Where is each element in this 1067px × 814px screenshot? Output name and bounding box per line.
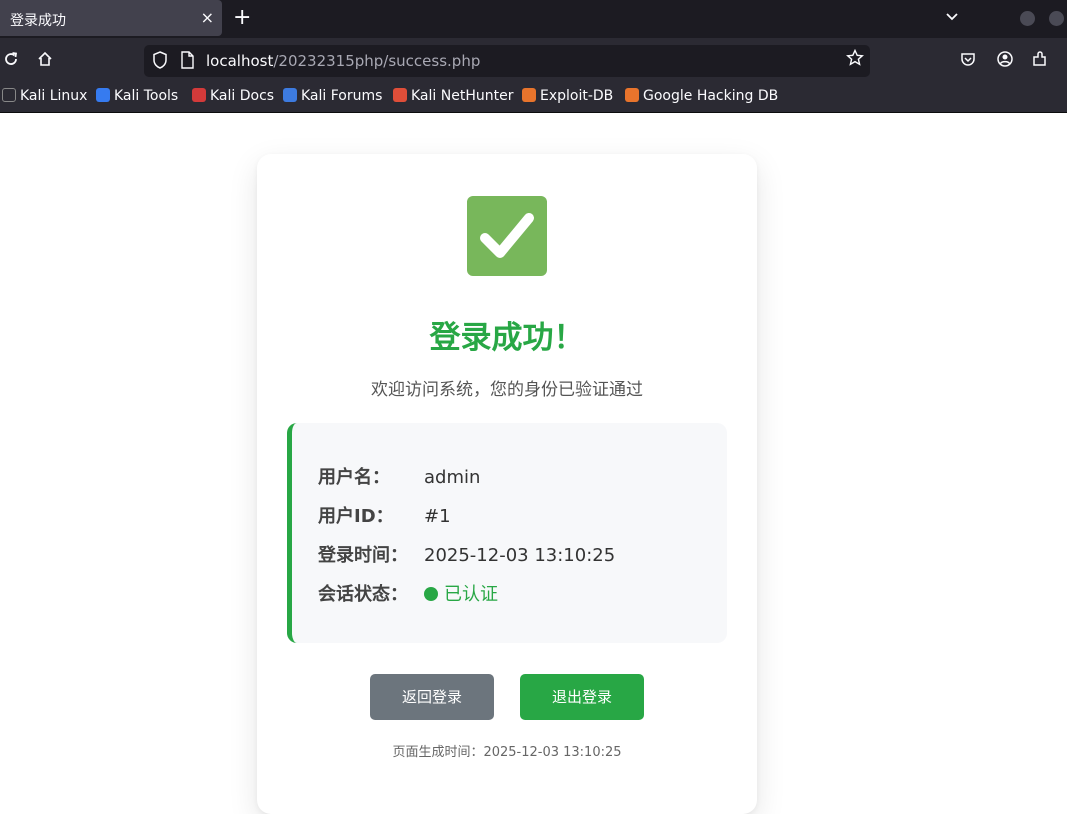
bookmark-kali-nethunter[interactable]: Kali NetHunter bbox=[393, 88, 513, 104]
bookmarks-toolbar: Kali Linux Kali Tools Kali Docs Kali For… bbox=[0, 84, 1067, 113]
extensions-icon[interactable] bbox=[1031, 50, 1049, 73]
page-viewport: 登录成功！ 欢迎访问系统，您的身份已验证通过 用户名： admin 用户ID： #1… bbox=[0, 113, 1067, 814]
bookmark-label: Kali NetHunter bbox=[411, 88, 514, 104]
kali-tools-icon bbox=[96, 88, 110, 102]
minimize-window-button[interactable] bbox=[1020, 11, 1035, 26]
logout-button[interactable]: 退出登录 bbox=[520, 674, 644, 720]
bookmark-star-icon[interactable] bbox=[846, 48, 864, 72]
tab-close-icon[interactable]: × bbox=[201, 8, 214, 27]
bookmark-label: Kali Tools bbox=[114, 88, 179, 104]
success-card: 登录成功！ 欢迎访问系统，您的身份已验证通过 用户名： admin 用户ID： #1… bbox=[257, 154, 757, 814]
shield-icon[interactable] bbox=[152, 51, 168, 73]
kali-dragon-icon bbox=[2, 88, 16, 102]
page-title: 登录成功！ bbox=[429, 320, 585, 356]
info-row-username: 用户名： admin bbox=[318, 463, 480, 489]
tab-title: 登录成功 bbox=[10, 13, 66, 29]
bookmark-google-hacking-db[interactable]: Google Hacking DB bbox=[625, 88, 778, 104]
reload-icon[interactable] bbox=[2, 50, 20, 73]
tab-active[interactable]: 登录成功 × bbox=[0, 0, 222, 36]
bookmark-label: Kali Forums bbox=[301, 88, 383, 104]
pocket-icon[interactable] bbox=[959, 50, 977, 73]
new-tab-button[interactable]: + bbox=[233, 5, 251, 30]
bookmark-kali-docs[interactable]: Kali Docs bbox=[192, 88, 274, 104]
kali-forums-icon bbox=[283, 88, 297, 102]
info-row-userid: 用户ID： #1 bbox=[318, 502, 451, 528]
username-value: admin bbox=[424, 467, 481, 488]
kali-nethunter-icon bbox=[393, 88, 407, 102]
bookmark-label: Exploit-DB bbox=[540, 88, 614, 104]
url-path: /20232315php/success.php bbox=[273, 52, 481, 70]
tab-strip: 登录成功 × + bbox=[0, 0, 1067, 38]
bookmark-kali-tools[interactable]: Kali Tools bbox=[96, 88, 178, 104]
back-to-login-button[interactable]: 返回登录 bbox=[370, 674, 494, 720]
bookmark-kali-linux[interactable]: Kali Linux bbox=[2, 88, 87, 104]
kali-docs-icon bbox=[192, 88, 206, 102]
close-window-button[interactable] bbox=[1049, 11, 1064, 26]
bookmark-exploit-db[interactable]: Exploit-DB bbox=[522, 88, 613, 104]
session-status-value: 已认证 bbox=[444, 584, 498, 605]
userid-value: #1 bbox=[424, 506, 451, 527]
status-dot-icon bbox=[424, 587, 438, 601]
info-row-login-time: 登录时间： 2025-12-03 13:10:25 bbox=[318, 541, 615, 567]
bookmark-label: Google Hacking DB bbox=[643, 88, 779, 104]
login-time-value: 2025-12-03 13:10:25 bbox=[424, 545, 616, 566]
info-row-session-status: 会话状态： 已认证 bbox=[318, 580, 498, 606]
user-info-box: 用户名： admin 用户ID： #1 登录时间： 2025-12-03 13:10:… bbox=[287, 423, 727, 643]
ghdb-icon bbox=[625, 88, 639, 102]
session-status-label: 会话状态： bbox=[318, 584, 408, 605]
tab-list-chevron-down-icon[interactable] bbox=[944, 8, 960, 28]
account-icon[interactable] bbox=[996, 50, 1014, 73]
navigation-toolbar: localhost/20232315php/success.php bbox=[0, 38, 1067, 84]
home-icon[interactable] bbox=[36, 50, 54, 73]
page-icon[interactable] bbox=[180, 51, 194, 73]
bookmark-label: Kali Docs bbox=[210, 88, 275, 104]
url-host: localhost bbox=[206, 52, 274, 70]
url-text[interactable]: localhost/20232315php/success.php bbox=[206, 52, 480, 70]
bookmark-kali-forums[interactable]: Kali Forums bbox=[283, 88, 382, 104]
subtitle: 欢迎访问系统，您的身份已验证通过 bbox=[371, 380, 643, 400]
exploit-db-icon bbox=[522, 88, 536, 102]
login-time-label: 登录时间： bbox=[318, 545, 408, 566]
userid-label: 用户ID： bbox=[318, 506, 394, 527]
check-mark-icon bbox=[467, 196, 547, 276]
page-generated-time: 页面生成时间：2025-12-03 13:10:25 bbox=[392, 745, 622, 760]
address-bar[interactable]: localhost/20232315php/success.php bbox=[144, 45, 870, 77]
username-label: 用户名： bbox=[318, 467, 390, 488]
bookmark-label: Kali Linux bbox=[20, 88, 88, 104]
